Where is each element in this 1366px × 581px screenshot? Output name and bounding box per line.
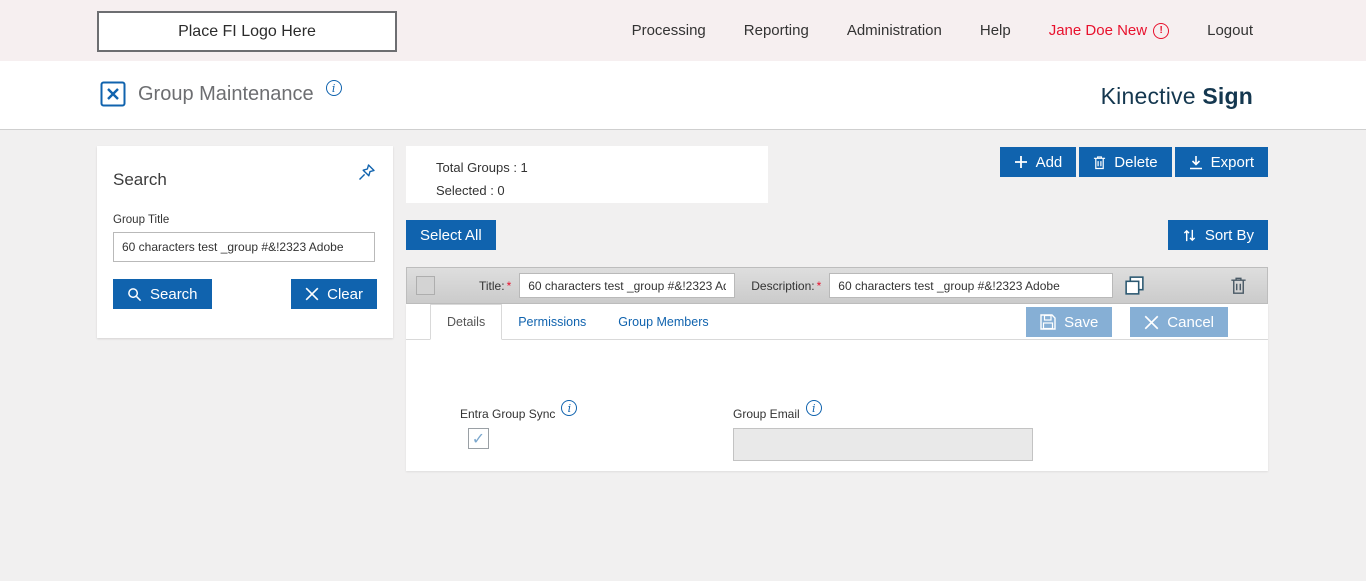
entra-group-sync-label-group: Entra Group Sync i xyxy=(460,406,577,422)
total-groups-text: Total Groups : 1 xyxy=(436,156,768,179)
save-disk-icon xyxy=(1040,314,1056,330)
tab-details[interactable]: Details xyxy=(430,304,502,340)
page-title: Group Maintenance xyxy=(138,83,314,106)
group-title-search-input[interactable] xyxy=(113,232,375,262)
title-label: Title:* xyxy=(479,279,511,293)
nav-user-menu[interactable]: Jane Doe New ! xyxy=(1049,22,1169,39)
export-button[interactable]: Export xyxy=(1175,147,1268,177)
description-input[interactable] xyxy=(829,273,1113,298)
page: Place FI Logo Here Processing Reporting … xyxy=(0,0,1366,581)
clear-x-icon xyxy=(305,287,319,301)
search-button[interactable]: Search xyxy=(113,279,212,309)
page-title-info-icon[interactable]: i xyxy=(326,80,342,96)
fi-logo-placeholder: Place FI Logo Here xyxy=(97,11,397,52)
group-email-label: Group Email xyxy=(733,407,800,421)
description-required-marker: * xyxy=(817,279,822,293)
summary-card: Total Groups : 1 Selected : 0 xyxy=(406,146,768,203)
add-button[interactable]: Add xyxy=(1000,147,1077,177)
nav-processing[interactable]: Processing xyxy=(632,22,706,39)
sort-by-button[interactable]: Sort By xyxy=(1168,220,1268,250)
clear-button-label: Clear xyxy=(327,286,363,303)
pin-icon[interactable] xyxy=(356,162,377,183)
page-title-group: Group Maintenance i xyxy=(100,81,342,107)
entra-checkbox-checkmark: ✓ xyxy=(472,429,485,449)
cancel-button[interactable]: Cancel xyxy=(1130,307,1228,337)
tab-bar: Details Permissions Group Members Save xyxy=(406,304,1268,340)
title-required-marker: * xyxy=(507,279,512,293)
copy-icon[interactable] xyxy=(1123,274,1146,297)
download-icon xyxy=(1189,155,1203,170)
clear-button[interactable]: Clear xyxy=(291,279,377,309)
select-all-button[interactable]: Select All xyxy=(406,220,496,250)
cancel-x-icon xyxy=(1144,315,1159,330)
tab-action-buttons: Save Cancel xyxy=(1026,307,1228,337)
group-email-label-group: Group Email i xyxy=(733,406,822,422)
group-email-info-icon[interactable]: i xyxy=(806,400,822,416)
user-alert-icon: ! xyxy=(1153,23,1169,39)
plus-icon xyxy=(1014,155,1028,169)
search-panel: Search Group Title Search C xyxy=(97,146,393,338)
brand-regular: Kinective xyxy=(1101,83,1196,109)
group-email-input xyxy=(733,428,1033,461)
description-label: Description:* xyxy=(751,279,821,293)
title-input[interactable] xyxy=(519,273,735,298)
brand-bold: Sign xyxy=(1202,83,1253,109)
delete-button-label: Delete xyxy=(1114,154,1157,171)
top-action-buttons: Add Delete Export xyxy=(1000,147,1268,177)
search-icon xyxy=(127,287,142,302)
tab-group-members[interactable]: Group Members xyxy=(602,305,724,339)
trash-icon xyxy=(1093,155,1106,170)
search-panel-title: Search xyxy=(113,170,167,190)
selected-count-text: Selected : 0 xyxy=(436,179,768,202)
top-navigation: Processing Reporting Administration Help… xyxy=(632,0,1253,61)
sub-header-bar: Group Maintenance i Kinective Sign xyxy=(0,61,1366,129)
top-header-bar: Place FI Logo Here Processing Reporting … xyxy=(0,0,1366,61)
save-button-label: Save xyxy=(1064,314,1098,331)
select-all-label: Select All xyxy=(420,227,482,244)
export-button-label: Export xyxy=(1211,154,1254,171)
nav-logout[interactable]: Logout xyxy=(1207,22,1253,39)
group-title-label: Group Title xyxy=(113,214,377,226)
delete-button[interactable]: Delete xyxy=(1079,147,1171,177)
group-row: Title:* Description:* xyxy=(406,267,1268,304)
group-maintenance-icon xyxy=(100,81,126,107)
cancel-button-label: Cancel xyxy=(1167,314,1214,331)
entra-group-sync-checkbox[interactable]: ✓ xyxy=(468,428,489,449)
details-tab-content: Entra Group Sync i ✓ Group Email i xyxy=(406,340,1268,470)
group-detail-panel: Details Permissions Group Members Save xyxy=(406,304,1268,471)
main-content: Search Group Title Search C xyxy=(0,129,1366,581)
nav-administration[interactable]: Administration xyxy=(847,22,942,39)
row-trash-icon[interactable] xyxy=(1230,276,1247,295)
search-button-label: Search xyxy=(150,286,198,303)
tab-permissions[interactable]: Permissions xyxy=(502,305,602,339)
nav-reporting[interactable]: Reporting xyxy=(744,22,809,39)
nav-help[interactable]: Help xyxy=(980,22,1011,39)
sort-by-label: Sort By xyxy=(1205,227,1254,244)
entra-group-sync-label: Entra Group Sync xyxy=(460,407,555,421)
sort-arrows-icon xyxy=(1182,228,1197,243)
brand-logo: Kinective Sign xyxy=(1101,83,1253,110)
add-button-label: Add xyxy=(1036,154,1063,171)
user-name-label: Jane Doe New xyxy=(1049,22,1147,39)
save-button[interactable]: Save xyxy=(1026,307,1112,337)
row-checkbox[interactable] xyxy=(416,276,435,295)
fi-logo-text: Place FI Logo Here xyxy=(178,23,316,41)
entra-group-sync-info-icon[interactable]: i xyxy=(561,400,577,416)
